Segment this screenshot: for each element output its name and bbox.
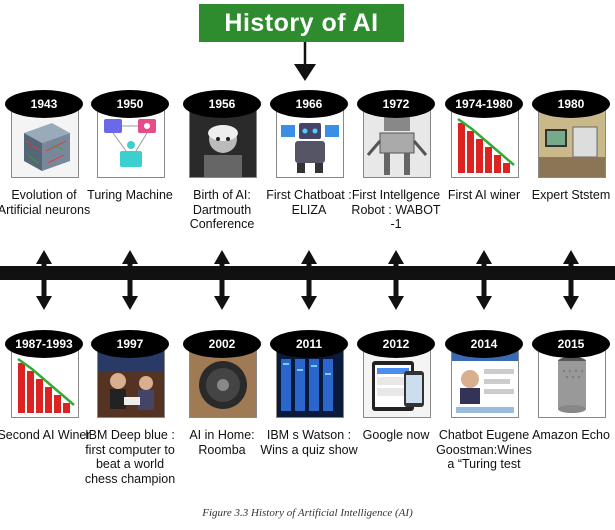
chess-match-image — [97, 350, 165, 418]
roomba-image — [189, 350, 257, 418]
neuron-cube-image — [11, 110, 79, 178]
figure-caption: Figure 3.3 History of Artificial Intelli… — [202, 507, 413, 519]
year-badge: 1980 — [532, 90, 610, 118]
down-arrow-icon — [300, 270, 318, 310]
event-label: Amazon Echo — [532, 428, 610, 442]
year-badge: 1943 — [5, 90, 83, 118]
watson-server-image — [276, 350, 344, 418]
year-badge: 1972 — [357, 90, 435, 118]
event-label: Birth of AI: Dartmouth Conference — [189, 188, 255, 231]
event-label: Expert Ststem — [531, 188, 611, 202]
event-label: First AI winer — [447, 188, 521, 202]
event-label: First Chatboat : ELIZA — [266, 188, 352, 217]
year-badge: 1987-1993 — [5, 330, 83, 358]
dartmouth-portrait-image — [189, 110, 257, 178]
down-arrow-icon — [475, 270, 493, 310]
year-badge: 1950 — [91, 90, 169, 118]
year-badge: 2014 — [445, 330, 523, 358]
year-badge: 1997 — [91, 330, 169, 358]
down-arrow-icon — [35, 270, 53, 310]
down-arrow-icon — [213, 270, 231, 310]
timeline-title: History of AI — [199, 4, 404, 42]
event-label: Evolution of Artificial neurons — [0, 188, 91, 217]
down-arrow-icon — [387, 270, 405, 310]
down-arrow-icon — [121, 270, 139, 310]
google-now-tablet-image — [363, 350, 431, 418]
eugene-chatbot-screen-image — [451, 350, 519, 418]
turing-test-diagram-image — [97, 110, 165, 178]
declining-bar-chart-image — [11, 350, 79, 418]
amazon-echo-image — [538, 350, 606, 418]
year-badge: 2012 — [357, 330, 435, 358]
event-label: Google now — [362, 428, 430, 442]
year-badge: 2002 — [183, 330, 261, 358]
year-badge: 1956 — [183, 90, 261, 118]
expert-system-office-image — [538, 110, 606, 178]
eliza-robot-image — [276, 110, 344, 178]
event-label: Second AI Winer — [0, 428, 91, 442]
title-down-arrow-icon — [292, 42, 318, 82]
event-label: IBM s Watson : Wins a quiz show — [260, 428, 358, 457]
event-label: First Intellgence Robot : WABOT -1 — [351, 188, 441, 231]
declining-bar-chart-image — [451, 110, 519, 178]
event-label: Chatbot Eugene Goostman:Wines a “Turing … — [436, 428, 532, 471]
down-arrow-icon — [562, 270, 580, 310]
event-label: Turing Machine — [87, 188, 173, 202]
wabot-robot-image — [363, 110, 431, 178]
year-badge: 1966 — [270, 90, 348, 118]
year-badge: 2011 — [270, 330, 348, 358]
event-label: AI in Home: Roomba — [189, 428, 255, 457]
event-label: IBM Deep blue : first computer to beat a… — [84, 428, 176, 486]
year-badge: 2015 — [532, 330, 610, 358]
year-badge: 1974-1980 — [445, 90, 523, 118]
